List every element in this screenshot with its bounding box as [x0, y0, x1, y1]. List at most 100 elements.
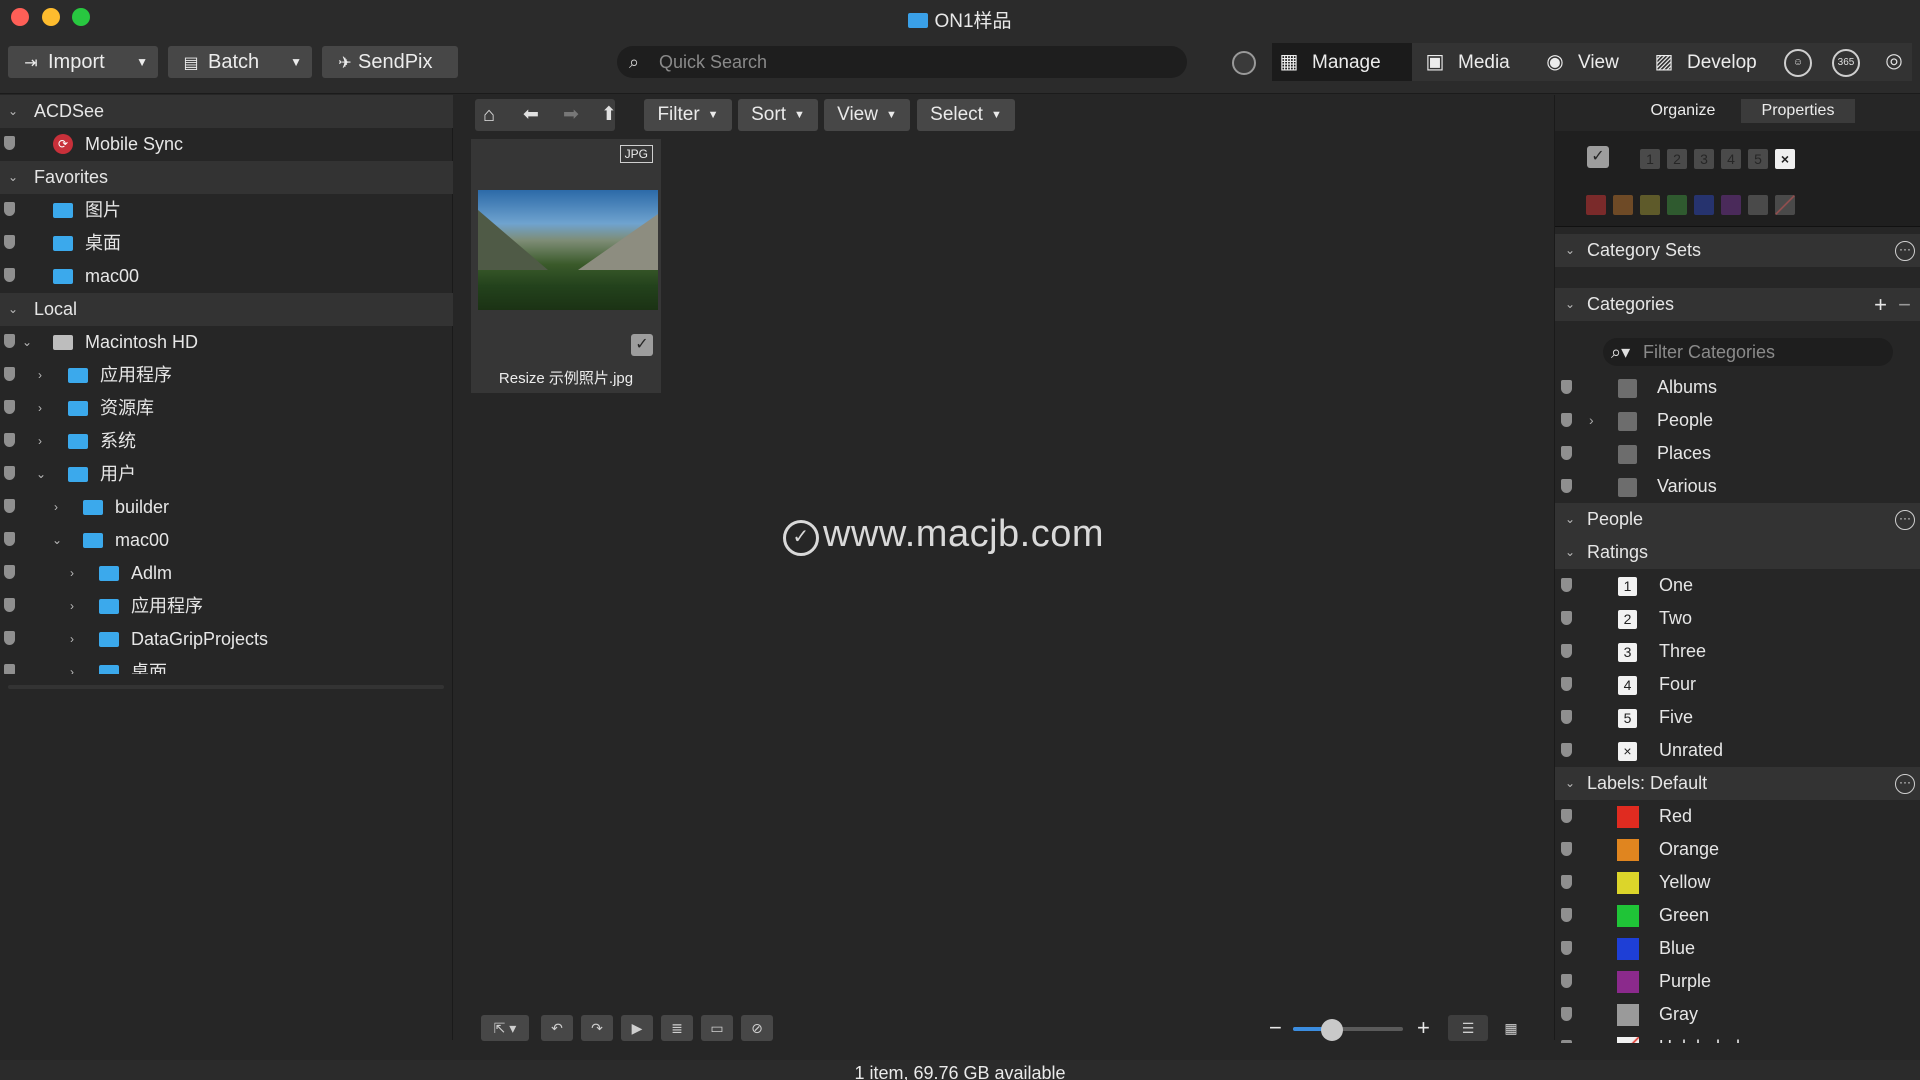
rating-three[interactable]: 3 Three — [1555, 635, 1920, 668]
section-favorites[interactable]: ⌄ Favorites — [0, 161, 453, 194]
sidebar-item-user-desktop[interactable]: › 桌面 — [0, 656, 453, 674]
sidebar-item-user-apps[interactable]: › 应用程序 — [0, 590, 453, 623]
back-arrow-icon[interactable]: ⬅ — [523, 103, 539, 126]
rating-two[interactable]: 2 Two — [1555, 602, 1920, 635]
user-avatar-icon[interactable] — [1232, 51, 1256, 75]
sidebar-item-mobile-sync[interactable]: ⟳ Mobile Sync — [0, 128, 453, 161]
tab-develop[interactable]: ▨ Develop — [1647, 43, 1787, 81]
batch-button[interactable]: ▤ Batch ▼ — [168, 46, 312, 78]
more-options-icon[interactable]: ··· — [1895, 510, 1915, 530]
category-albums[interactable]: Albums — [1555, 371, 1920, 404]
category-various[interactable]: Various — [1555, 470, 1920, 503]
people-icon[interactable]: ☺ — [1784, 49, 1812, 77]
sidebar-item-adlm[interactable]: › Adlm — [0, 557, 453, 590]
sidebar-item-mac00[interactable]: ⌄ mac00 — [0, 524, 453, 557]
quick-search-input[interactable]: ⌕ Quick Search — [617, 46, 1187, 78]
category-places[interactable]: Places — [1555, 437, 1920, 470]
import-button[interactable]: ⇥ Import ▼ — [8, 46, 158, 78]
tab-view[interactable]: ◉ View — [1538, 43, 1658, 81]
slideshow-icon[interactable]: ▶ — [621, 1015, 653, 1041]
add-icon[interactable]: + — [1874, 288, 1887, 321]
chevron-right-icon[interactable]: › — [70, 557, 74, 590]
rating-five[interactable]: 5 Five — [1555, 701, 1920, 734]
more-options-icon[interactable]: ··· — [1895, 774, 1915, 794]
section-labels[interactable]: ⌄ Labels: Default ··· — [1555, 767, 1920, 800]
filter-categories-input[interactable]: ⌕▾ Filter Categories — [1603, 338, 1893, 366]
zoom-in-icon[interactable]: + — [1417, 1015, 1430, 1041]
category-checkbox[interactable] — [1618, 445, 1637, 464]
label-unlabeled[interactable]: Unlabeled — [1555, 1031, 1920, 1043]
rotate-left-icon[interactable]: ↶ — [541, 1015, 573, 1041]
share-button[interactable]: ⇱ ▾ — [481, 1015, 529, 1041]
section-ratings[interactable]: ⌄ Ratings — [1555, 536, 1920, 569]
chevron-right-icon[interactable]: › — [38, 359, 42, 392]
tab-media[interactable]: ▣ Media — [1418, 43, 1558, 81]
list-view-icon[interactable]: ☰ — [1448, 1015, 1488, 1041]
category-checkbox[interactable] — [1618, 379, 1637, 398]
category-checkbox[interactable] — [1618, 478, 1637, 497]
365-icon[interactable]: 365 — [1832, 49, 1860, 77]
sidebar-item-datagrip[interactable]: › DataGripProjects — [0, 623, 453, 656]
rating-four[interactable]: 4 Four — [1555, 668, 1920, 701]
slider-knob[interactable] — [1321, 1019, 1343, 1041]
rating-filter-4[interactable]: 4 — [1721, 149, 1741, 169]
sidebar-item-macintosh-hd[interactable]: ⌄ Macintosh HD — [0, 326, 453, 359]
rating-filter-3[interactable]: 3 — [1694, 149, 1714, 169]
tab-properties[interactable]: Properties — [1741, 99, 1855, 123]
rating-filter-5[interactable]: 5 — [1748, 149, 1768, 169]
label-gray[interactable]: Gray — [1555, 998, 1920, 1031]
zoom-out-icon[interactable]: − — [1269, 1015, 1282, 1041]
reset-icon[interactable]: ⊘ — [741, 1015, 773, 1041]
grid-view-icon[interactable]: ▦ — [1493, 1015, 1529, 1041]
thumbnail-card[interactable]: JPG ✓ Resize 示例照片.jpg — [471, 139, 661, 393]
horizontal-scrollbar[interactable] — [8, 685, 444, 689]
chevron-down-icon[interactable]: ⌄ — [36, 458, 46, 491]
section-acdsee[interactable]: ⌄ ACDSee — [0, 95, 453, 128]
label-filter-orange[interactable] — [1613, 195, 1633, 215]
label-filter-unlabeled[interactable] — [1775, 195, 1795, 215]
filter-dropdown[interactable]: Filter ▼ — [644, 99, 732, 131]
photo-thumbnail[interactable] — [478, 190, 658, 310]
category-checkbox[interactable] — [1618, 412, 1637, 431]
sidebar-item-library[interactable]: › 资源库 — [0, 392, 453, 425]
label-filter-purple[interactable] — [1721, 195, 1741, 215]
database-icon[interactable]: ≣ — [661, 1015, 693, 1041]
label-filter-yellow[interactable] — [1640, 195, 1660, 215]
rating-filter-1[interactable]: 1 — [1640, 149, 1660, 169]
chevron-right-icon[interactable]: › — [70, 623, 74, 656]
sort-dropdown[interactable]: Sort ▼ — [738, 99, 818, 131]
more-options-icon[interactable]: ··· — [1895, 241, 1915, 261]
hidden-eye-icon[interactable]: ◎ — [1880, 49, 1908, 77]
tab-manage[interactable]: ▦ Manage — [1272, 43, 1412, 81]
section-categories[interactable]: ⌄ Categories + − — [1555, 288, 1920, 321]
sidebar-item-fav-desktop[interactable]: 桌面 — [0, 227, 453, 260]
label-filter-gray[interactable] — [1748, 195, 1768, 215]
up-arrow-icon[interactable]: ⬆ — [601, 103, 617, 126]
sidebar-item-fav-mac00[interactable]: mac00 — [0, 260, 453, 293]
sidebar-item-users[interactable]: ⌄ 用户 — [0, 458, 453, 491]
rating-filter-2[interactable]: 2 — [1667, 149, 1687, 169]
sendpix-button[interactable]: ✈ SendPix — [322, 46, 458, 78]
chevron-right-icon[interactable]: › — [70, 590, 74, 623]
label-filter-green[interactable] — [1667, 195, 1687, 215]
label-purple[interactable]: Purple — [1555, 965, 1920, 998]
remove-icon[interactable]: − — [1898, 288, 1911, 321]
select-dropdown[interactable]: Select ▼ — [917, 99, 1015, 131]
sidebar-item-fav-pictures[interactable]: 图片 — [0, 194, 453, 227]
rotate-right-icon[interactable]: ↷ — [581, 1015, 613, 1041]
sidebar-item-system[interactable]: › 系统 — [0, 425, 453, 458]
label-filter-red[interactable] — [1586, 195, 1606, 215]
chevron-right-icon[interactable]: › — [54, 491, 58, 524]
forward-arrow-icon[interactable]: ➡ — [563, 103, 579, 126]
chevron-right-icon[interactable]: › — [1589, 404, 1594, 437]
section-category-sets[interactable]: ⌄ Category Sets ··· — [1555, 234, 1920, 267]
section-people[interactable]: ⌄ People ··· — [1555, 503, 1920, 536]
rating-unrated[interactable]: × Unrated — [1555, 734, 1920, 767]
rating-one[interactable]: 1 One — [1555, 569, 1920, 602]
rating-filter-unrated[interactable]: × — [1775, 149, 1795, 169]
filter-enable-checkbox[interactable]: ✓ — [1587, 146, 1609, 168]
label-green[interactable]: Green — [1555, 899, 1920, 932]
home-icon[interactable]: ⌂ — [483, 104, 495, 127]
tab-organize[interactable]: Organize — [1625, 99, 1741, 123]
selection-checkbox[interactable]: ✓ — [631, 334, 653, 356]
